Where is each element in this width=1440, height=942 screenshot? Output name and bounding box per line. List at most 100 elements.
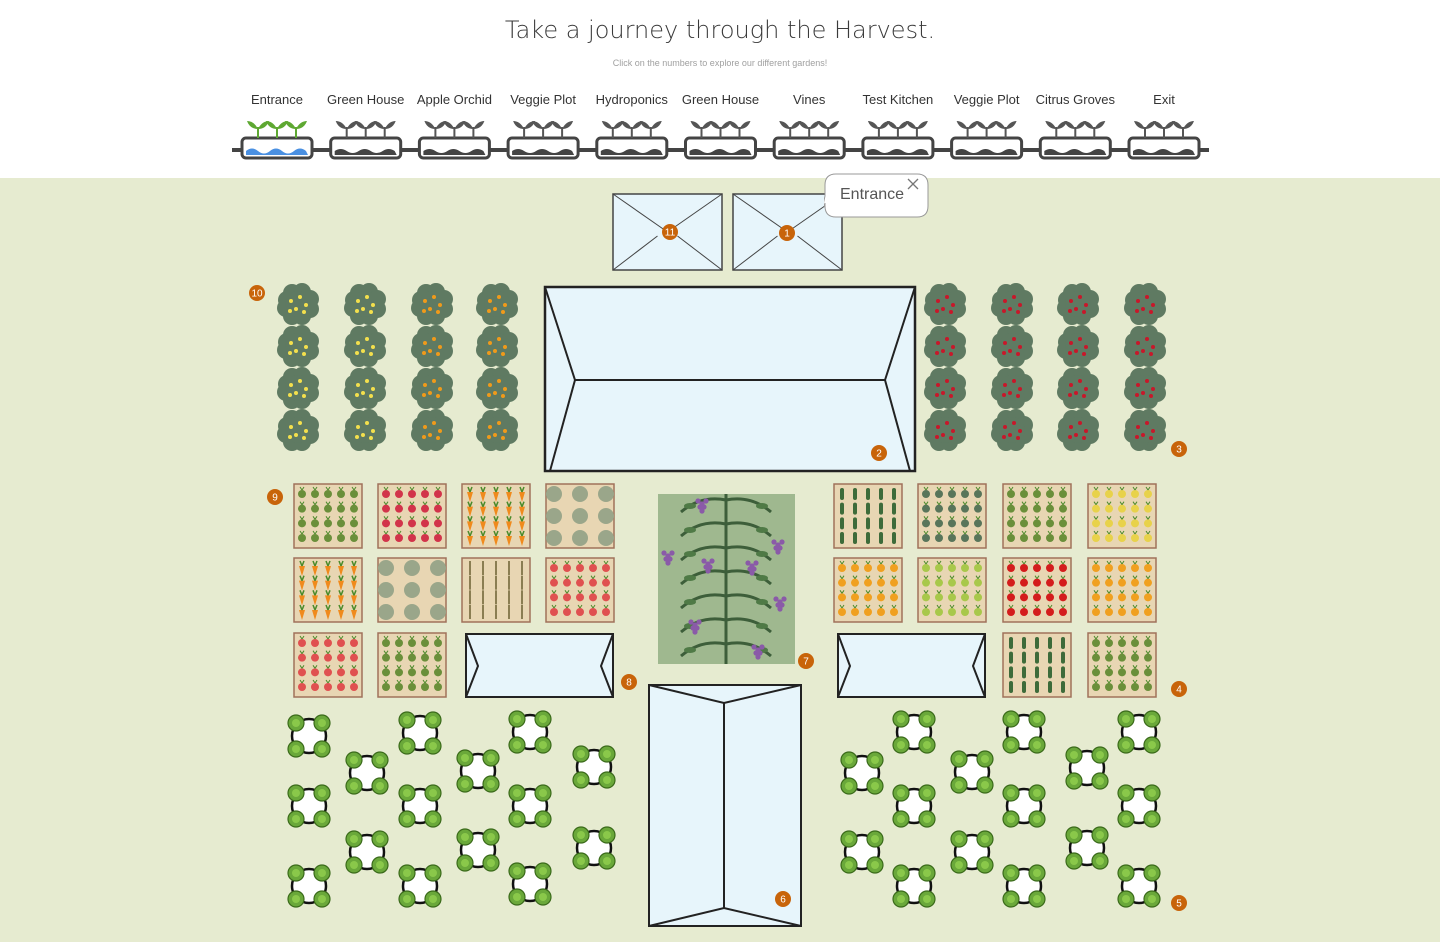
lemon-tree-icon [277,283,319,325]
orange-tree-icon [476,367,518,409]
lettuce-plant-icon [840,751,884,795]
orange-tree-icon [411,325,453,367]
garden-marker-number: 3 [1176,445,1182,456]
veggie-bed [1087,557,1157,623]
garden-marker-5[interactable]: 5 [1171,895,1187,911]
garden-marker-3[interactable]: 3 [1171,441,1187,457]
planter-icon[interactable] [772,121,846,160]
apple-tree-icon [1057,367,1099,409]
lettuce-plant-icon [950,830,994,874]
lemon-tree-icon [344,325,386,367]
veggie-bed [545,483,615,549]
apple-tree-icon [1124,283,1166,325]
garden-marker-6[interactable]: 6 [775,891,791,907]
apple-tree-icon [924,283,966,325]
veggie-bed [293,557,363,623]
veggie-bed [1087,483,1157,549]
planter-icon[interactable] [506,121,580,160]
veggie-bed [1002,557,1072,623]
garden-marker-number: 5 [1176,899,1182,910]
apple-tree-icon [924,409,966,451]
garden-marker-8[interactable]: 8 [621,674,637,690]
garden-map: 1 2 3 4 5 6 7 8 9 10 11 [0,178,1440,942]
test-kitchen-building [648,684,802,927]
greenhouse-large [543,285,917,473]
garden-marker-4[interactable]: 4 [1171,681,1187,697]
lettuce-plant-icon [1002,710,1046,754]
lettuce-plant-icon [572,826,616,870]
orange-tree-icon [476,409,518,451]
apple-tree-icon [991,283,1033,325]
lemon-tree-icon [277,409,319,451]
planter-icon[interactable] [684,121,757,160]
lemon-tree-icon [344,283,386,325]
garden-marker-number: 9 [272,493,278,504]
veggie-bed [1002,483,1072,549]
lettuce-plant-icon [287,864,331,908]
planter-icon[interactable] [1127,121,1201,160]
lemon-tree-icon [344,367,386,409]
apple-tree-icon [924,367,966,409]
garden-marker-number: 8 [626,678,632,689]
garden-marker-9[interactable]: 9 [267,489,283,505]
lemon-tree-icon [277,325,319,367]
garden-marker-number: 6 [780,895,786,906]
tooltip-label: Entrance [840,186,905,203]
veggie-bed [917,483,987,549]
apple-tree-icon [991,367,1033,409]
lemon-tree-icon [344,409,386,451]
lettuce-plant-icon [892,710,936,754]
planter-icon[interactable] [950,121,1024,160]
apple-tree-icon [1124,325,1166,367]
planter-icon[interactable] [329,121,403,160]
planter-icon[interactable] [1038,121,1112,160]
veggie-bed [833,557,903,623]
garden-marker-7[interactable]: 7 [798,653,814,669]
lettuce-plant-icon [840,830,884,874]
lettuce-plant-icon [398,864,442,908]
vines-trellis [658,494,795,664]
planter-icon[interactable] [417,121,491,160]
planter-active-icon[interactable] [240,121,314,160]
journey-timeline [232,121,1209,160]
veggie-bed [293,483,363,549]
orange-tree-icon [476,325,518,367]
planter-icon[interactable] [861,121,935,160]
veggie-bed [377,483,447,549]
hydroponics-house-left [465,633,614,698]
lettuce-plant-icon [892,784,936,828]
lettuce-plant-icon [892,864,936,908]
planter-icon[interactable] [595,121,669,160]
lettuce-plant-icon [1002,864,1046,908]
lettuce-plant-icon [456,749,500,793]
garden-marker-number: 4 [1176,685,1182,696]
lettuce-plant-icon [287,714,331,758]
veggie-bed [293,632,363,698]
hydroponics-house-right [837,633,986,698]
orange-tree-icon [411,283,453,325]
veggie-bed [1087,632,1157,698]
lettuce-plant-icon [1065,746,1109,790]
orange-tree-icon [411,367,453,409]
apple-tree-icon [1124,409,1166,451]
garden-marker-number: 7 [803,657,809,668]
lettuce-plant-icon [508,862,552,906]
lettuce-plant-icon [508,710,552,754]
lettuce-plant-icon [572,745,616,789]
lemon-tree-icon [277,367,319,409]
veggie-bed [833,483,903,549]
garden-marker-1[interactable]: 1 [779,225,795,241]
lettuce-plant-icon [1117,864,1161,908]
garden-marker-10[interactable]: 10 [249,285,265,301]
apple-tree-icon [1057,283,1099,325]
close-icon[interactable] [905,176,921,192]
garden-marker-number: 2 [876,449,882,460]
apple-tree-icon [991,409,1033,451]
lettuce-plant-icon [1117,784,1161,828]
garden-marker-11[interactable]: 11 [662,224,678,240]
garden-marker-2[interactable]: 2 [871,445,887,461]
garden-marker-number: 11 [665,228,676,239]
lettuce-plant-icon [345,830,389,874]
veggie-bed [1002,632,1072,698]
lettuce-plant-icon [950,750,994,794]
